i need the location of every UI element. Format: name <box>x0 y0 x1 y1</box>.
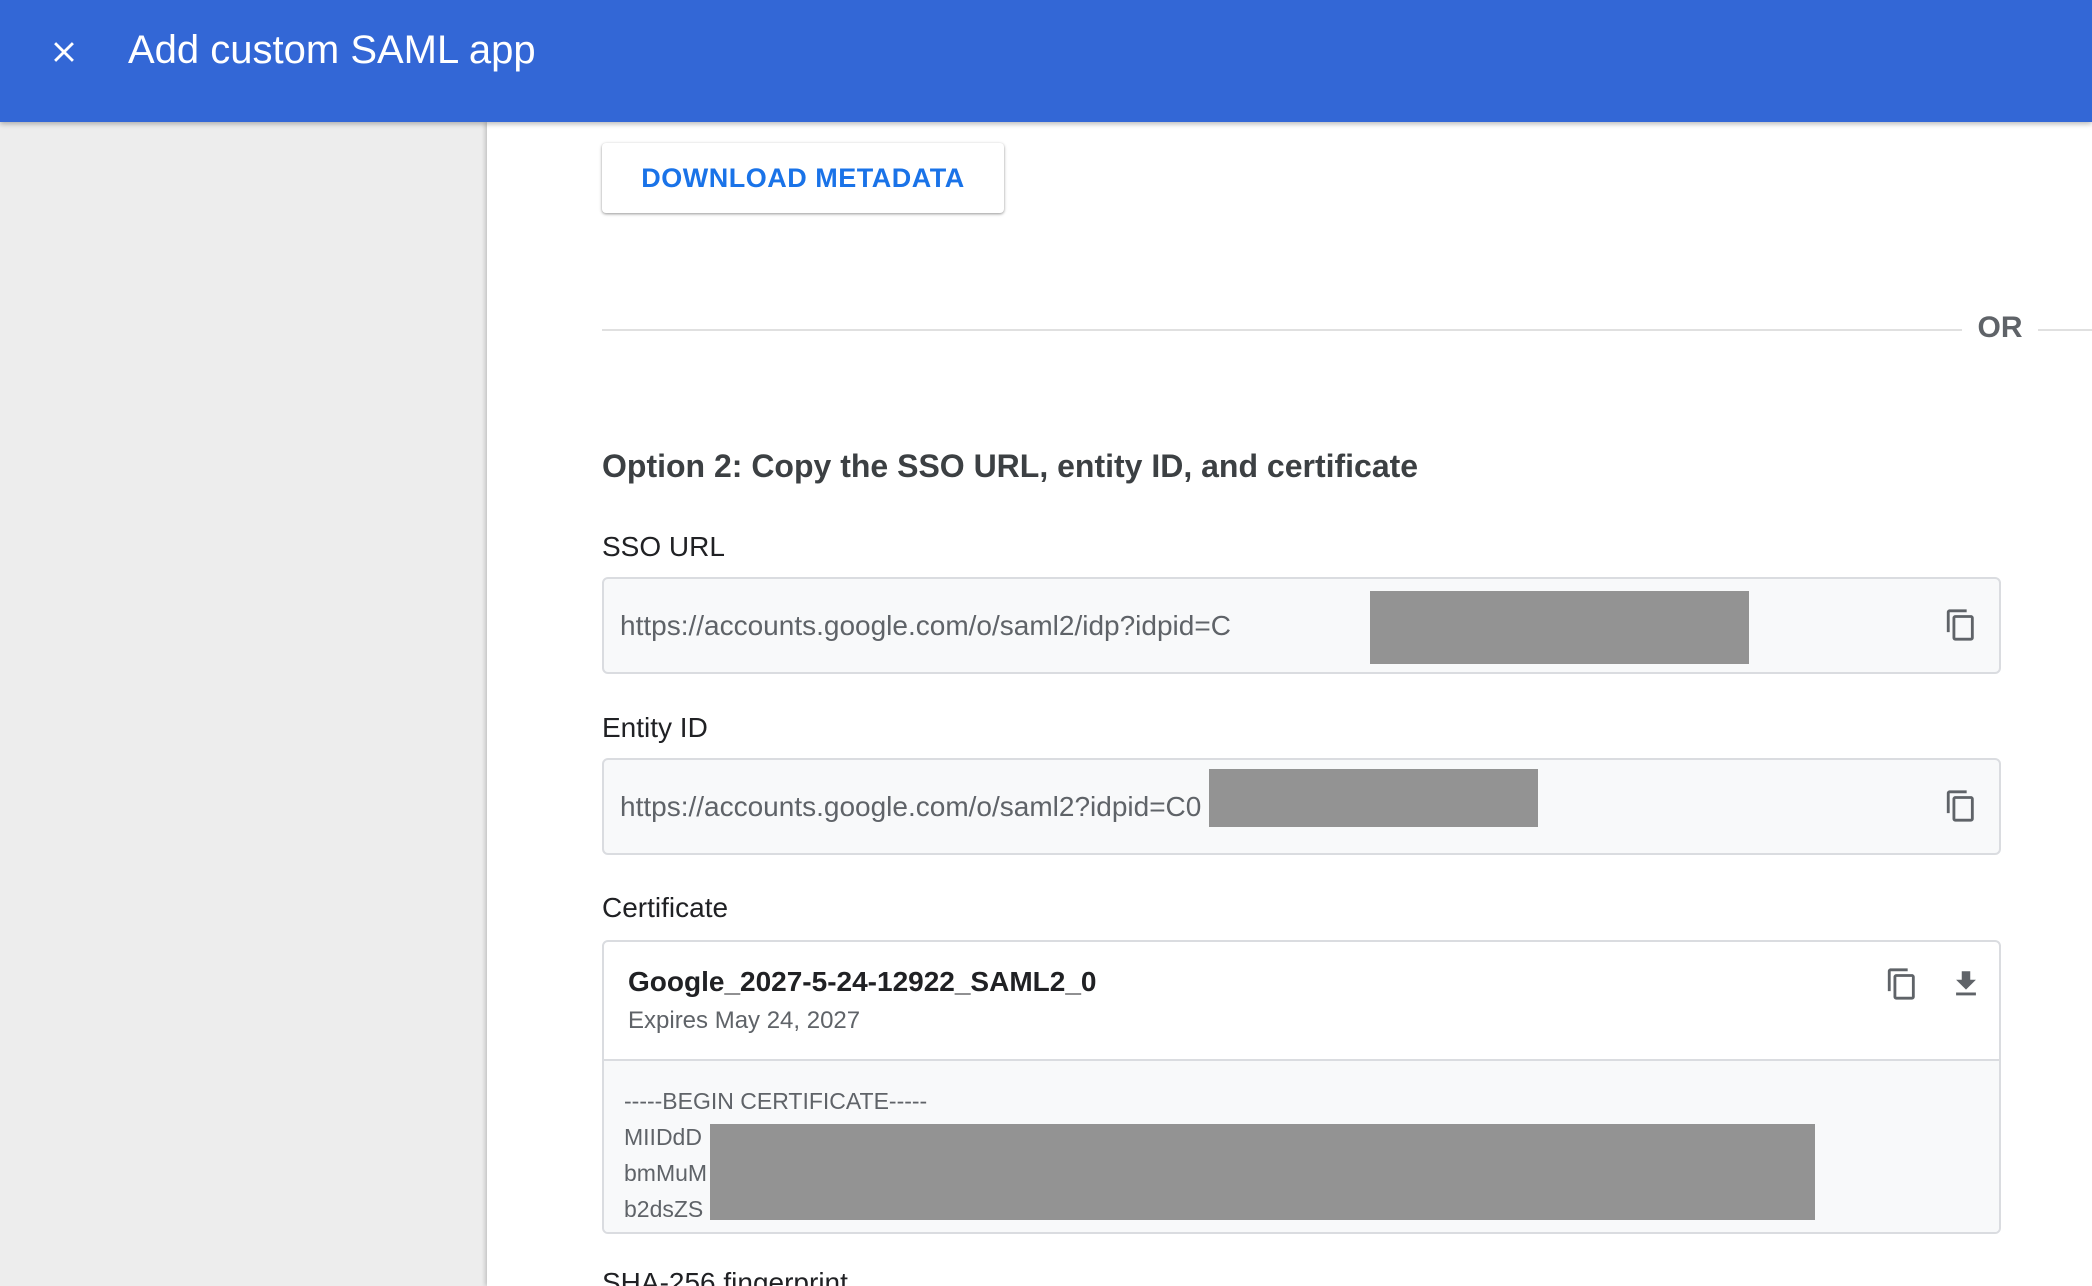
sso-url-label: SSO URL <box>602 531 725 562</box>
redacted-block <box>710 1124 1815 1220</box>
page-title: Add custom SAML app <box>128 28 536 72</box>
certificate-line: bmMuM <box>624 1160 708 1186</box>
entity-id-value: https://accounts.google.com/o/saml2?idpi… <box>620 791 1202 822</box>
close-icon[interactable] <box>36 24 92 80</box>
entity-id-label: Entity ID <box>602 712 708 743</box>
download-metadata-button[interactable]: DOWNLOAD METADATA <box>602 143 1004 213</box>
main-content: DOWNLOAD METADATA OR Option 2: Copy the … <box>487 122 2092 1286</box>
copy-icon[interactable] <box>1937 601 1985 649</box>
sso-url-value: https://accounts.google.com/o/saml2/idp?… <box>620 610 1231 641</box>
divider-right <box>2038 329 2092 331</box>
download-icon[interactable] <box>1942 960 1990 1008</box>
redacted-block <box>1209 769 1538 827</box>
divider-left <box>602 329 1962 331</box>
sso-url-field: https://accounts.google.com/o/saml2/idp?… <box>602 577 2001 674</box>
certificate-line: MIIDdD <box>624 1124 702 1150</box>
certificate-line: -----BEGIN CERTIFICATE----- <box>624 1088 928 1114</box>
certificate-name: Google_2027-5-24-12922_SAML2_0 <box>628 966 1097 997</box>
sidebar <box>0 122 487 1286</box>
option2-heading: Option 2: Copy the SSO URL, entity ID, a… <box>602 448 1419 484</box>
certificate-line: b2dsZS <box>624 1196 704 1222</box>
certificate-text: -----BEGIN CERTIFICATE----- MIIDdD bmMuM… <box>604 1059 1999 1232</box>
entity-id-field: https://accounts.google.com/o/saml2?idpi… <box>602 758 2001 855</box>
certificate-expiry: Expires May 24, 2027 <box>628 1007 861 1034</box>
copy-icon[interactable] <box>1937 782 1985 830</box>
sha256-fingerprint-label: SHA-256 fingerprint <box>602 1267 848 1286</box>
or-divider-label: OR <box>1977 311 2023 344</box>
certificate-label: Certificate <box>602 892 729 923</box>
certificate-card: Google_2027-5-24-12922_SAML2_0 Expires M… <box>602 940 2001 1234</box>
redacted-block <box>1370 591 1749 664</box>
app-header: Add custom SAML app <box>0 0 2092 122</box>
copy-icon[interactable] <box>1878 960 1926 1008</box>
